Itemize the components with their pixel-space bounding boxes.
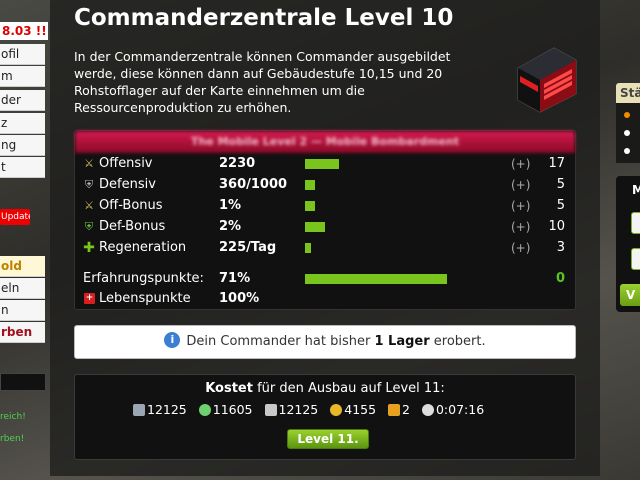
upgrade-cost-panel: Kostet für den Ausbau auf Level 11: 1212… bbox=[74, 374, 576, 460]
shield-icon: ⛨ bbox=[84, 220, 94, 233]
status-dot bbox=[624, 130, 630, 136]
status-dot bbox=[624, 112, 630, 118]
building-description: In der Commanderzentrale können Commande… bbox=[74, 49, 451, 115]
right-green-button-2[interactable] bbox=[631, 248, 640, 270]
stat-value: 2230 bbox=[219, 156, 256, 171]
upgrade-button[interactable]: Level 11. bbox=[287, 429, 369, 449]
sidebar-item-4[interactable]: z bbox=[0, 113, 45, 134]
cost-title-rest: für den Ausbau auf Level 11: bbox=[252, 381, 445, 396]
stat-row-offensiv: ⚔ Offensiv 2230 (+) 17 bbox=[75, 154, 575, 174]
xp-value: 71% bbox=[219, 271, 251, 286]
update-button[interactable]: Update bbox=[0, 209, 30, 225]
life-value: 100% bbox=[219, 291, 260, 306]
stat-bar bbox=[305, 201, 315, 211]
stat-row-life: + Lebenspunkte 100% bbox=[75, 289, 575, 309]
right-green-button-v[interactable]: V bbox=[620, 284, 640, 306]
stat-value: 360/1000 bbox=[219, 177, 288, 192]
sidebar-message-1: reich! bbox=[0, 412, 26, 422]
stat-row-regeneration: ✚ Regeneration 225/Tag (+) 3 bbox=[75, 238, 575, 258]
cost-time: 0:07:16 bbox=[421, 402, 484, 417]
sidebar-item-6[interactable]: t bbox=[0, 157, 45, 178]
plus-icon: ✚ bbox=[83, 240, 95, 256]
stat-bar bbox=[305, 180, 315, 190]
stats-panel: The Mobile Level 2 — Mobile Bombardment … bbox=[74, 130, 576, 310]
cost-items: 12125 11605 12125 4155 2 0:07:16 bbox=[133, 401, 492, 417]
stat-bar bbox=[305, 222, 325, 232]
sidebar-progress-bar bbox=[0, 373, 46, 391]
cost-title-bold: Kostet bbox=[205, 381, 253, 396]
stat-plus-button[interactable]: (+) bbox=[511, 196, 530, 216]
stat-plus-button[interactable]: (+) bbox=[511, 238, 530, 258]
sidebar-item-7[interactable]: eln bbox=[0, 278, 45, 299]
health-icon: + bbox=[84, 293, 95, 304]
stat-bar bbox=[305, 159, 339, 169]
stat-row-xp: Erfahrungspunkte: 71% 0 bbox=[75, 269, 575, 289]
cost-stone: 12125 bbox=[264, 402, 318, 417]
cost-metal: 12125 bbox=[133, 402, 187, 417]
clock-icon bbox=[421, 404, 434, 416]
stone-icon bbox=[264, 404, 277, 416]
cost-crystal: 11605 bbox=[198, 402, 253, 417]
stat-level: 3 bbox=[556, 240, 565, 255]
stat-level: 5 bbox=[556, 198, 565, 213]
info-prefix: Dein Commander hat bisher bbox=[186, 334, 375, 349]
stat-level: 10 bbox=[548, 219, 565, 234]
sidebar-item-8[interactable]: n bbox=[0, 300, 45, 321]
stats-header: The Mobile Level 2 — Mobile Bombardment bbox=[75, 131, 575, 153]
swords-icon: ⚔ bbox=[84, 199, 94, 212]
stat-row-def-bonus: ⛨ Def-Bonus 2% (+) 10 bbox=[75, 217, 575, 237]
right-box bbox=[616, 103, 640, 163]
info-icon: i bbox=[164, 332, 181, 348]
xp-bar bbox=[305, 274, 447, 284]
sidebar-item-9[interactable]: rben bbox=[0, 322, 45, 343]
status-dot bbox=[624, 148, 630, 154]
stat-label: Defensiv bbox=[99, 177, 156, 192]
sidebar-item-1[interactable]: ofil bbox=[0, 44, 45, 65]
swords-icon: ⚔ bbox=[84, 157, 94, 170]
info-suffix: erobert. bbox=[429, 334, 486, 349]
page-title: Commanderzentrale Level 10 bbox=[74, 5, 454, 31]
sidebar-item-2[interactable]: m bbox=[0, 66, 45, 87]
stat-label: Regeneration bbox=[99, 240, 187, 255]
stat-level: 5 bbox=[556, 177, 565, 192]
stat-plus-button[interactable]: (+) bbox=[511, 175, 530, 195]
stat-level: 17 bbox=[548, 156, 565, 171]
sidebar-item-3[interactable]: der bbox=[0, 90, 45, 111]
xp-label: Erfahrungspunkte: bbox=[83, 271, 204, 286]
gold-icon bbox=[330, 404, 343, 416]
stat-plus-button[interactable]: (+) bbox=[511, 217, 530, 237]
left-sidebar: 8.03 !! ofil m der z ng t Update old eln… bbox=[0, 0, 50, 480]
right-box-2-title: M bbox=[632, 183, 640, 197]
sidebar-item-gold[interactable]: old bbox=[0, 256, 45, 277]
cost-gold: 4155 bbox=[330, 402, 376, 417]
crystal-icon bbox=[198, 404, 211, 416]
stat-label: Def-Bonus bbox=[99, 219, 166, 234]
stat-row-defensiv: ⛨ Defensiv 360/1000 (+) 5 bbox=[75, 175, 575, 195]
right-green-button-1[interactable] bbox=[631, 212, 640, 234]
commander-center-icon bbox=[517, 47, 577, 113]
xp-level: 0 bbox=[555, 271, 565, 286]
stat-plus-button[interactable]: (+) bbox=[511, 154, 530, 174]
life-label: Lebenspunkte bbox=[99, 291, 191, 306]
cost-points: 2 bbox=[388, 402, 410, 417]
metal-icon bbox=[133, 404, 145, 416]
stat-value: 225/Tag bbox=[219, 240, 277, 255]
points-icon bbox=[388, 404, 401, 416]
info-message: i Dein Commander hat bisher 1 Lager erobe… bbox=[74, 325, 576, 359]
right-box-title: Stä bbox=[616, 83, 640, 103]
sidebar-message-2: rben! bbox=[0, 434, 25, 444]
stat-label: Off-Bonus bbox=[99, 198, 163, 213]
stat-row-off-bonus: ⚔ Off-Bonus 1% (+) 5 bbox=[75, 196, 575, 216]
sidebar-item-5[interactable]: ng bbox=[0, 135, 45, 156]
shield-icon: ⛨ bbox=[84, 178, 94, 191]
stat-bar bbox=[305, 243, 311, 253]
stat-value: 1% bbox=[219, 198, 242, 213]
stat-label: Offensiv bbox=[99, 156, 153, 171]
sidebar-alert[interactable]: 8.03 !! bbox=[0, 22, 48, 40]
stat-value: 2% bbox=[219, 219, 242, 234]
info-bold: 1 Lager bbox=[374, 334, 430, 349]
cost-title: Kostet für den Ausbau auf Level 11: bbox=[75, 381, 575, 396]
